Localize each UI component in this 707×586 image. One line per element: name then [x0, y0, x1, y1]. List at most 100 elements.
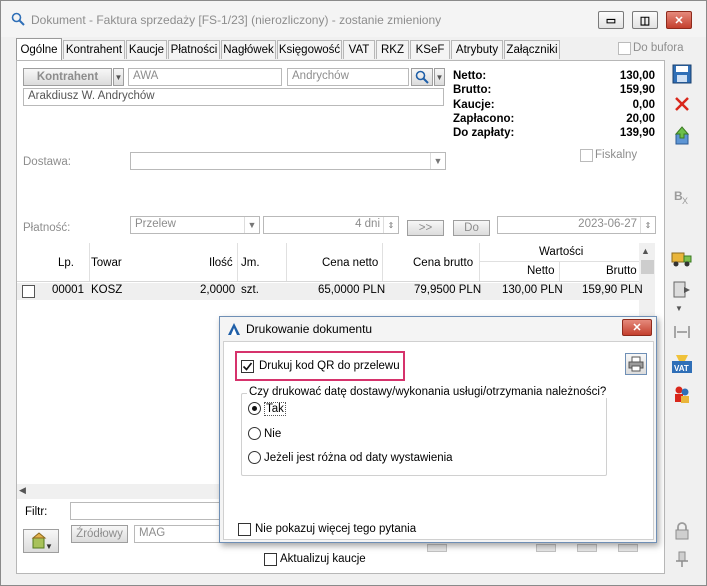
bx-button[interactable]: BX [670, 185, 694, 207]
chevron-down-icon[interactable]: ▼ [675, 304, 683, 313]
align-button[interactable] [670, 321, 694, 343]
cancel-button[interactable] [670, 93, 694, 115]
payment-days-field[interactable]: 4 dni ⇕ [263, 216, 399, 234]
dont-show-checkbox[interactable] [238, 523, 251, 536]
hidden-toolbar-button[interactable] [577, 544, 597, 552]
row-checkbox[interactable] [22, 285, 35, 298]
spinner-icon: ⇕ [640, 217, 655, 233]
print-dialog: Drukowanie dokumentu ✕ Drukuj kod QR do … [219, 316, 657, 543]
radio-jezeli-label: Jeżeli jest różna od daty wystawienia [264, 452, 453, 464]
tab-ksiegowosc[interactable]: Księgowość [277, 40, 342, 59]
tab-zalaczniki[interactable]: Załączniki [504, 40, 560, 59]
qr-checkbox[interactable] [241, 360, 254, 373]
header-towar[interactable]: Towar [91, 257, 122, 269]
padlock-icon [675, 522, 689, 540]
users-icon [675, 386, 689, 403]
hidden-toolbar-button[interactable] [618, 544, 638, 552]
payment-method-combo[interactable]: Przelew ▼ [130, 216, 260, 234]
printer-button[interactable] [625, 353, 647, 375]
dostawa-label: Dostawa: [23, 156, 71, 168]
fiskalny-checkbox[interactable] [580, 149, 593, 162]
header-cena-netto[interactable]: Cena netto [322, 257, 378, 269]
platnosc-label: Płatność: [23, 222, 71, 234]
bx-disabled-icon: BX [674, 189, 688, 206]
magnifier-document-icon [11, 12, 25, 26]
app-logo-icon [228, 323, 240, 335]
row-netto: 130,00 PLN [502, 284, 563, 296]
printer-icon [628, 356, 644, 372]
contractor-name-field[interactable]: Andrychów [287, 68, 409, 86]
close-button[interactable]: ✕ [666, 11, 692, 29]
tab-platnosci[interactable]: Płatności [168, 40, 220, 59]
document-window: Dokument - Faktura sprzedaży [FS-1/23] (… [0, 0, 707, 586]
update-deposits-checkbox[interactable] [264, 553, 277, 566]
contractor-button[interactable]: Kontrahent [23, 68, 112, 86]
dostawa-combo[interactable]: ▼ [130, 152, 446, 170]
dialog-close-button[interactable]: ✕ [622, 319, 652, 336]
row-ilosc: 2,0000 [200, 284, 236, 296]
row-jm: szt. [241, 284, 259, 296]
header-jm[interactable]: Jm. [241, 257, 260, 269]
radio-tak[interactable] [248, 402, 261, 415]
print-menu-button[interactable] [670, 279, 694, 301]
tab-naglowek[interactable]: Nagłówek [221, 40, 276, 59]
source-button[interactable]: Źródłowy [71, 525, 128, 543]
grid-horizontal-scrollbar[interactable] [17, 484, 227, 499]
warehouse-field[interactable]: MAG [134, 525, 222, 543]
add-item-button[interactable]: ▼ [23, 529, 59, 553]
radio-jezeli[interactable] [248, 451, 261, 464]
save-button[interactable] [670, 63, 694, 85]
tab-kontrahent[interactable]: Kontrahent [63, 40, 125, 59]
chevron-down-icon: ▼ [430, 153, 445, 169]
summary-brutto: Brutto: 159,90 [453, 84, 655, 96]
pin-button[interactable] [670, 548, 694, 570]
users-button[interactable] [670, 383, 694, 405]
header-netto[interactable]: Netto [527, 265, 555, 277]
save-icon [672, 64, 692, 84]
document-arrow-icon [673, 281, 690, 298]
contractor-dropdown[interactable]: ▼ [113, 68, 124, 86]
filter-label: Filtr: [25, 506, 48, 518]
scroll-left-icon[interactable]: ◀ [19, 485, 26, 496]
scroll-thumb[interactable] [641, 260, 654, 274]
do-bufora-checkbox[interactable] [618, 42, 631, 55]
header-cena-brutto[interactable]: Cena brutto [413, 257, 473, 269]
tab-atrybuty[interactable]: Atrybuty [451, 40, 503, 59]
tab-kaucje[interactable]: Kaucje [126, 40, 167, 59]
row-brutto: 159,90 PLN [582, 284, 643, 296]
delivery-button[interactable] [670, 248, 694, 270]
payment-date-field[interactable]: 2023-06-27 ⇕ [497, 216, 656, 234]
vat-icon: VAT [672, 355, 692, 373]
header-brutto[interactable]: Brutto [606, 265, 637, 277]
hidden-toolbar-button[interactable] [427, 544, 447, 552]
truck-icon [671, 252, 692, 267]
contractor-code-field[interactable]: AWA [128, 68, 282, 86]
dialog-body: Drukuj kod QR do przelewu Czy drukować d… [223, 341, 654, 540]
forward-button[interactable]: >> [407, 220, 444, 236]
dont-show-label: Nie pokazuj więcej tego pytania [255, 523, 417, 535]
radio-nie[interactable] [248, 427, 261, 440]
radio-nie-label: Nie [264, 428, 282, 440]
filter-input[interactable] [70, 502, 222, 520]
do-button[interactable]: Do [453, 220, 490, 236]
header-lp[interactable]: Lp. [58, 257, 74, 269]
search-dropdown[interactable]: ▼ [434, 68, 445, 86]
contractor-full-name: Arakdiusz W. Andrychów [23, 88, 444, 106]
maximize-button[interactable]: ◫ [632, 11, 658, 29]
minimize-button[interactable]: ▭ [598, 11, 624, 29]
vat-button[interactable]: VAT [670, 353, 694, 375]
scroll-up-icon[interactable]: ▲ [641, 246, 650, 256]
tab-rkz[interactable]: RKZ [376, 40, 409, 59]
export-button[interactable] [670, 125, 694, 147]
header-ilosc[interactable]: Ilość [209, 257, 233, 269]
hidden-toolbar-button[interactable] [536, 544, 556, 552]
contractor-search-button[interactable] [411, 68, 433, 86]
tab-ksef[interactable]: KSeF [410, 40, 450, 59]
export-icon [674, 126, 690, 145]
tab-ogolne[interactable]: Ogólne [16, 38, 62, 61]
radio-tak-label: Tak [264, 402, 286, 416]
tab-vat[interactable]: VAT [343, 40, 375, 59]
lock-button[interactable] [670, 520, 694, 542]
row-cena-brutto: 79,9500 PLN [414, 284, 482, 296]
fiskalny-label: Fiskalny [595, 149, 638, 161]
